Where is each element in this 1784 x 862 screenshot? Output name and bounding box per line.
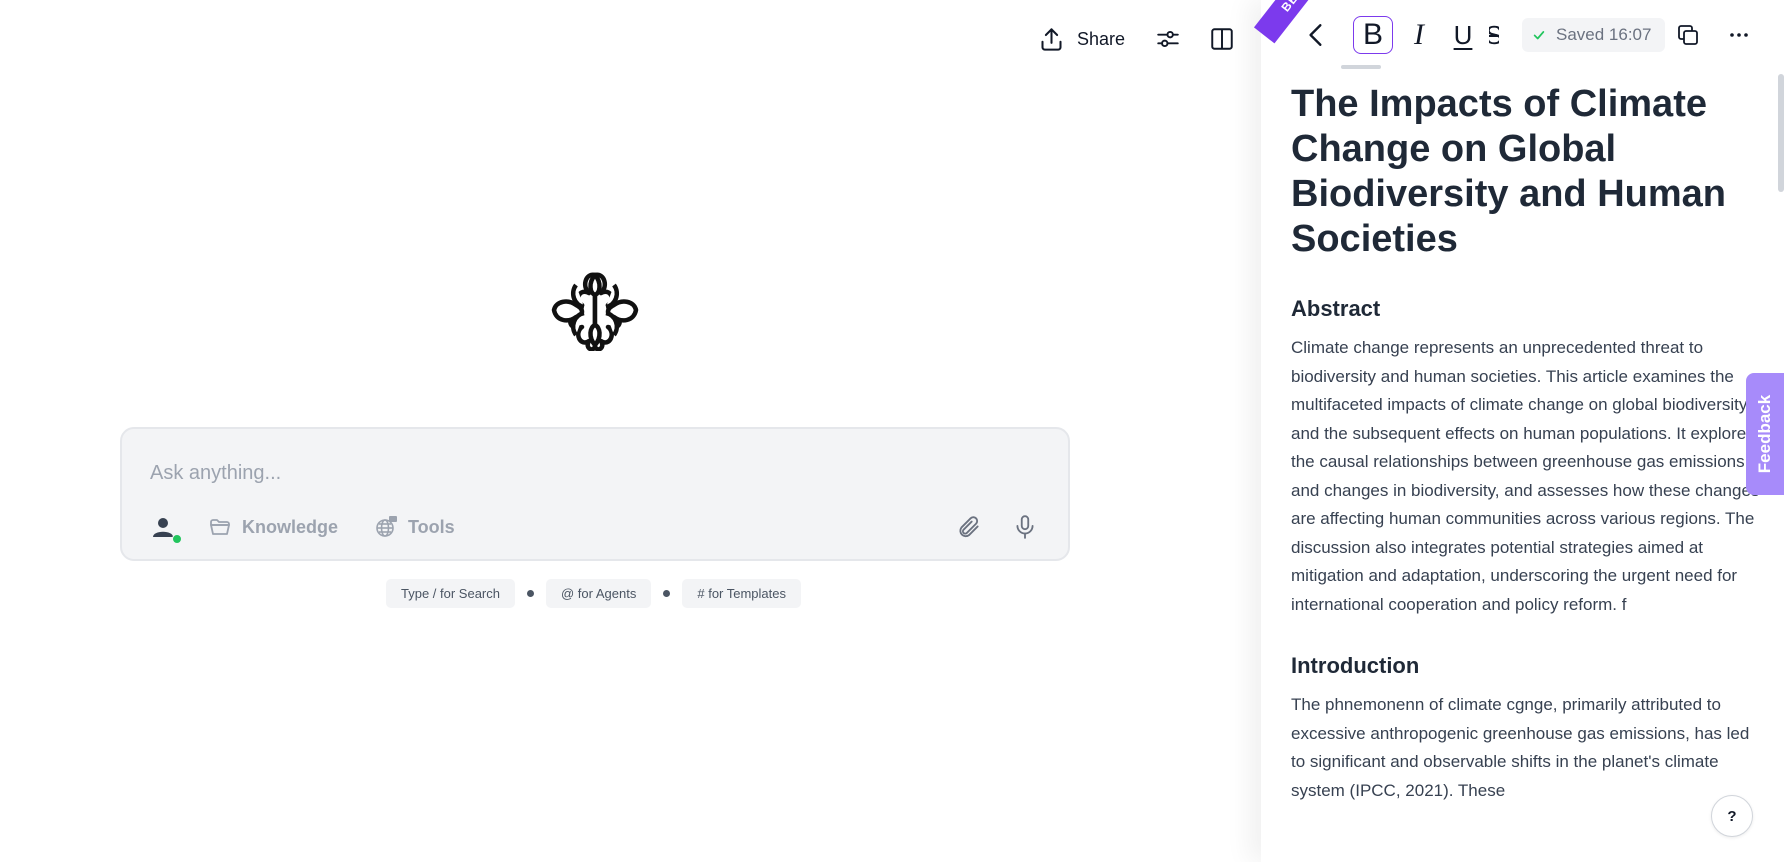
split-panel-icon: [1211, 28, 1233, 50]
underline-button[interactable]: U: [1447, 16, 1479, 54]
document-content[interactable]: The Impacts of Climate Change on Global …: [1291, 82, 1761, 805]
strikethrough-button[interactable]: S: [1489, 16, 1499, 54]
tools-button[interactable]: Tools: [374, 515, 455, 539]
online-status-dot: [172, 534, 182, 544]
ask-input[interactable]: [150, 455, 970, 491]
italic-button[interactable]: I: [1403, 16, 1435, 54]
bold-button[interactable]: B: [1353, 16, 1393, 54]
folder-icon: [210, 519, 230, 535]
chevron-left-icon: [1309, 24, 1322, 46]
saved-status-badge: Saved 16:07: [1522, 18, 1666, 52]
feedback-tab[interactable]: Feedback: [1746, 373, 1784, 495]
introduction-heading: Introduction: [1291, 653, 1420, 678]
user-avatar-icon: [153, 518, 173, 537]
more-horizontal-icon: [1730, 33, 1748, 37]
copy-icon: [1678, 25, 1698, 45]
document-scrollbar[interactable]: [1778, 74, 1784, 192]
paperclip-icon[interactable]: [956, 514, 982, 540]
shortcut-hints: Type / for Search @ for Agents # for Tem…: [386, 579, 801, 608]
settings-sliders-button[interactable]: [1153, 24, 1183, 54]
document-title: The Impacts of Climate Change on Global …: [1291, 83, 1726, 260]
ask-box: Knowledge Tools: [120, 427, 1070, 561]
share-upload-icon: [1041, 27, 1062, 51]
document-toolbar: B I U S Saved 16:07: [1261, 14, 1784, 58]
abstract-heading: Abstract: [1291, 296, 1381, 321]
help-button[interactable]: ?: [1711, 795, 1753, 837]
copy-button[interactable]: [1674, 16, 1702, 54]
brain-logo-icon: [551, 272, 639, 351]
knowledge-label: Knowledge: [242, 516, 339, 537]
hint-templates: # for Templates: [682, 579, 801, 608]
abstract-paragraph: Climate change represents an unprecedent…: [1291, 338, 1760, 614]
hint-separator: [527, 590, 534, 597]
document-panel: B I U S Saved 16:07 The Impacts of Clima…: [1261, 0, 1784, 862]
saved-status-text: Saved 16:07: [1556, 25, 1652, 44]
check-icon: [1533, 31, 1545, 40]
drag-handle[interactable]: [1341, 65, 1381, 69]
agent-selector-button[interactable]: [150, 513, 182, 544]
collapse-panel-button[interactable]: [1303, 16, 1329, 54]
sliders-icon: [1157, 30, 1179, 48]
ask-tools: Knowledge Tools: [150, 509, 455, 545]
hint-separator: [663, 590, 671, 597]
hint-search: Type / for Search: [386, 579, 515, 608]
feedback-label: Feedback: [1755, 394, 1774, 474]
hint-agents: @ for Agents: [546, 579, 652, 608]
microphone-icon[interactable]: [1012, 514, 1038, 540]
globe-tools-icon: [376, 516, 398, 537]
top-actions: Share: [1038, 18, 1237, 60]
split-view-button[interactable]: [1207, 24, 1237, 54]
share-label: Share: [1077, 28, 1126, 49]
ask-actions: [956, 509, 1038, 545]
knowledge-button[interactable]: Knowledge: [208, 515, 338, 539]
introduction-paragraph: The phnemonenn of climate cgnge, primari…: [1291, 695, 1750, 800]
share-button[interactable]: Share: [1038, 26, 1125, 53]
more-options-button[interactable]: [1725, 16, 1753, 54]
tools-label: Tools: [408, 516, 455, 537]
